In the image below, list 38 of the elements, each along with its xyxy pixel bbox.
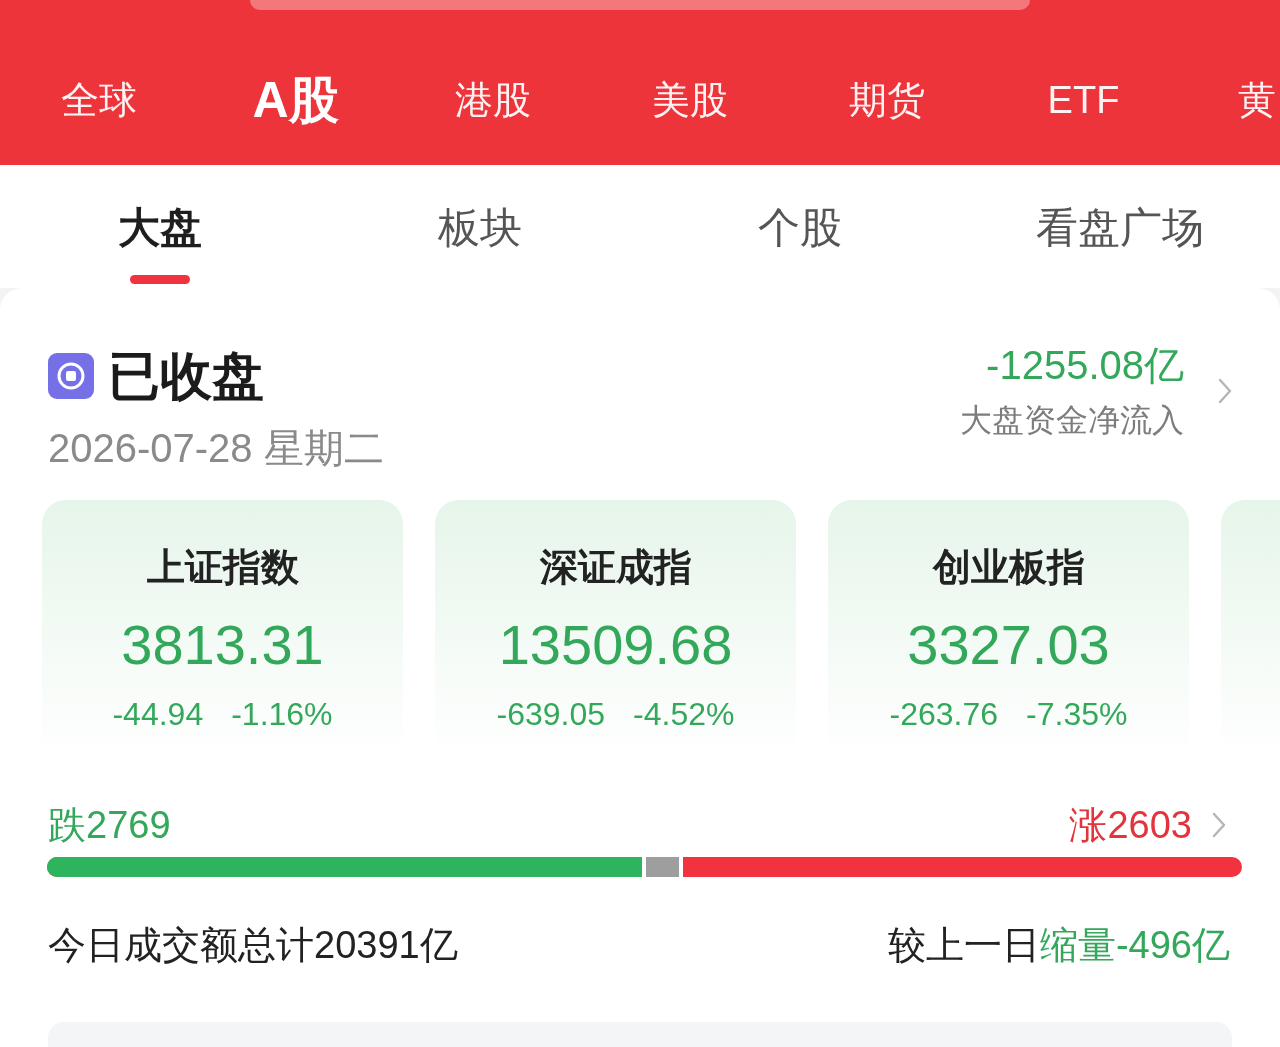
sub-tab[interactable]: 板块: [438, 165, 522, 288]
rising-count: 涨2603: [1069, 803, 1192, 848]
market-status: 已收盘: [108, 348, 264, 404]
net-inflow-value: -1255.08亿: [986, 342, 1184, 389]
sub-tab[interactable]: 看盘广场: [1036, 165, 1204, 288]
turnover-total: 今日成交额总计20391亿: [48, 923, 458, 968]
flat-bar: [642, 857, 684, 877]
index-name: 上证指数: [146, 545, 299, 590]
index-value: 3813.31: [121, 613, 324, 677]
market-tab[interactable]: 期货: [848, 78, 925, 122]
chevron-right-icon: [1218, 377, 1232, 404]
index-change: -263.76: [889, 695, 999, 734]
sub-tab[interactable]: 大盘: [118, 165, 202, 288]
market-tab[interactable]: 港股: [454, 78, 531, 122]
falling-count: 跌2769: [48, 803, 171, 848]
index-change: -639.05: [496, 695, 606, 734]
sub-tab[interactable]: 个股: [758, 165, 842, 288]
compare-label: 较上一日: [887, 923, 1040, 968]
market-tab[interactable]: ETF: [1047, 78, 1120, 122]
index-change-percent: -7.35%: [1026, 695, 1128, 734]
index-change-percent: -1.16%: [231, 695, 333, 734]
net-inflow-label: 大盘资金净流入: [960, 401, 1184, 440]
market-tab[interactable]: 美股: [651, 78, 728, 122]
market-tab[interactable]: A股: [252, 72, 339, 128]
index-value: 3327.03: [907, 613, 1110, 677]
trade-date: 2026-07-28 星期二: [48, 425, 384, 472]
stop-status-icon: [48, 353, 94, 399]
search-field[interactable]: [250, 0, 1030, 10]
index-name: 深证成指: [539, 545, 692, 590]
index-name: 创业板指: [932, 545, 1085, 590]
tab-underline: [130, 275, 190, 284]
index-value: 13509.68: [498, 613, 733, 677]
compare-value: 缩量-496亿: [1039, 923, 1230, 968]
market-tab[interactable]: 黄: [1238, 78, 1276, 122]
market-tab[interactable]: 全球: [60, 78, 137, 122]
chevron-right-icon: [1212, 812, 1226, 838]
index-change: -44.94: [112, 695, 204, 734]
index-change-percent: -4.52%: [633, 695, 735, 734]
